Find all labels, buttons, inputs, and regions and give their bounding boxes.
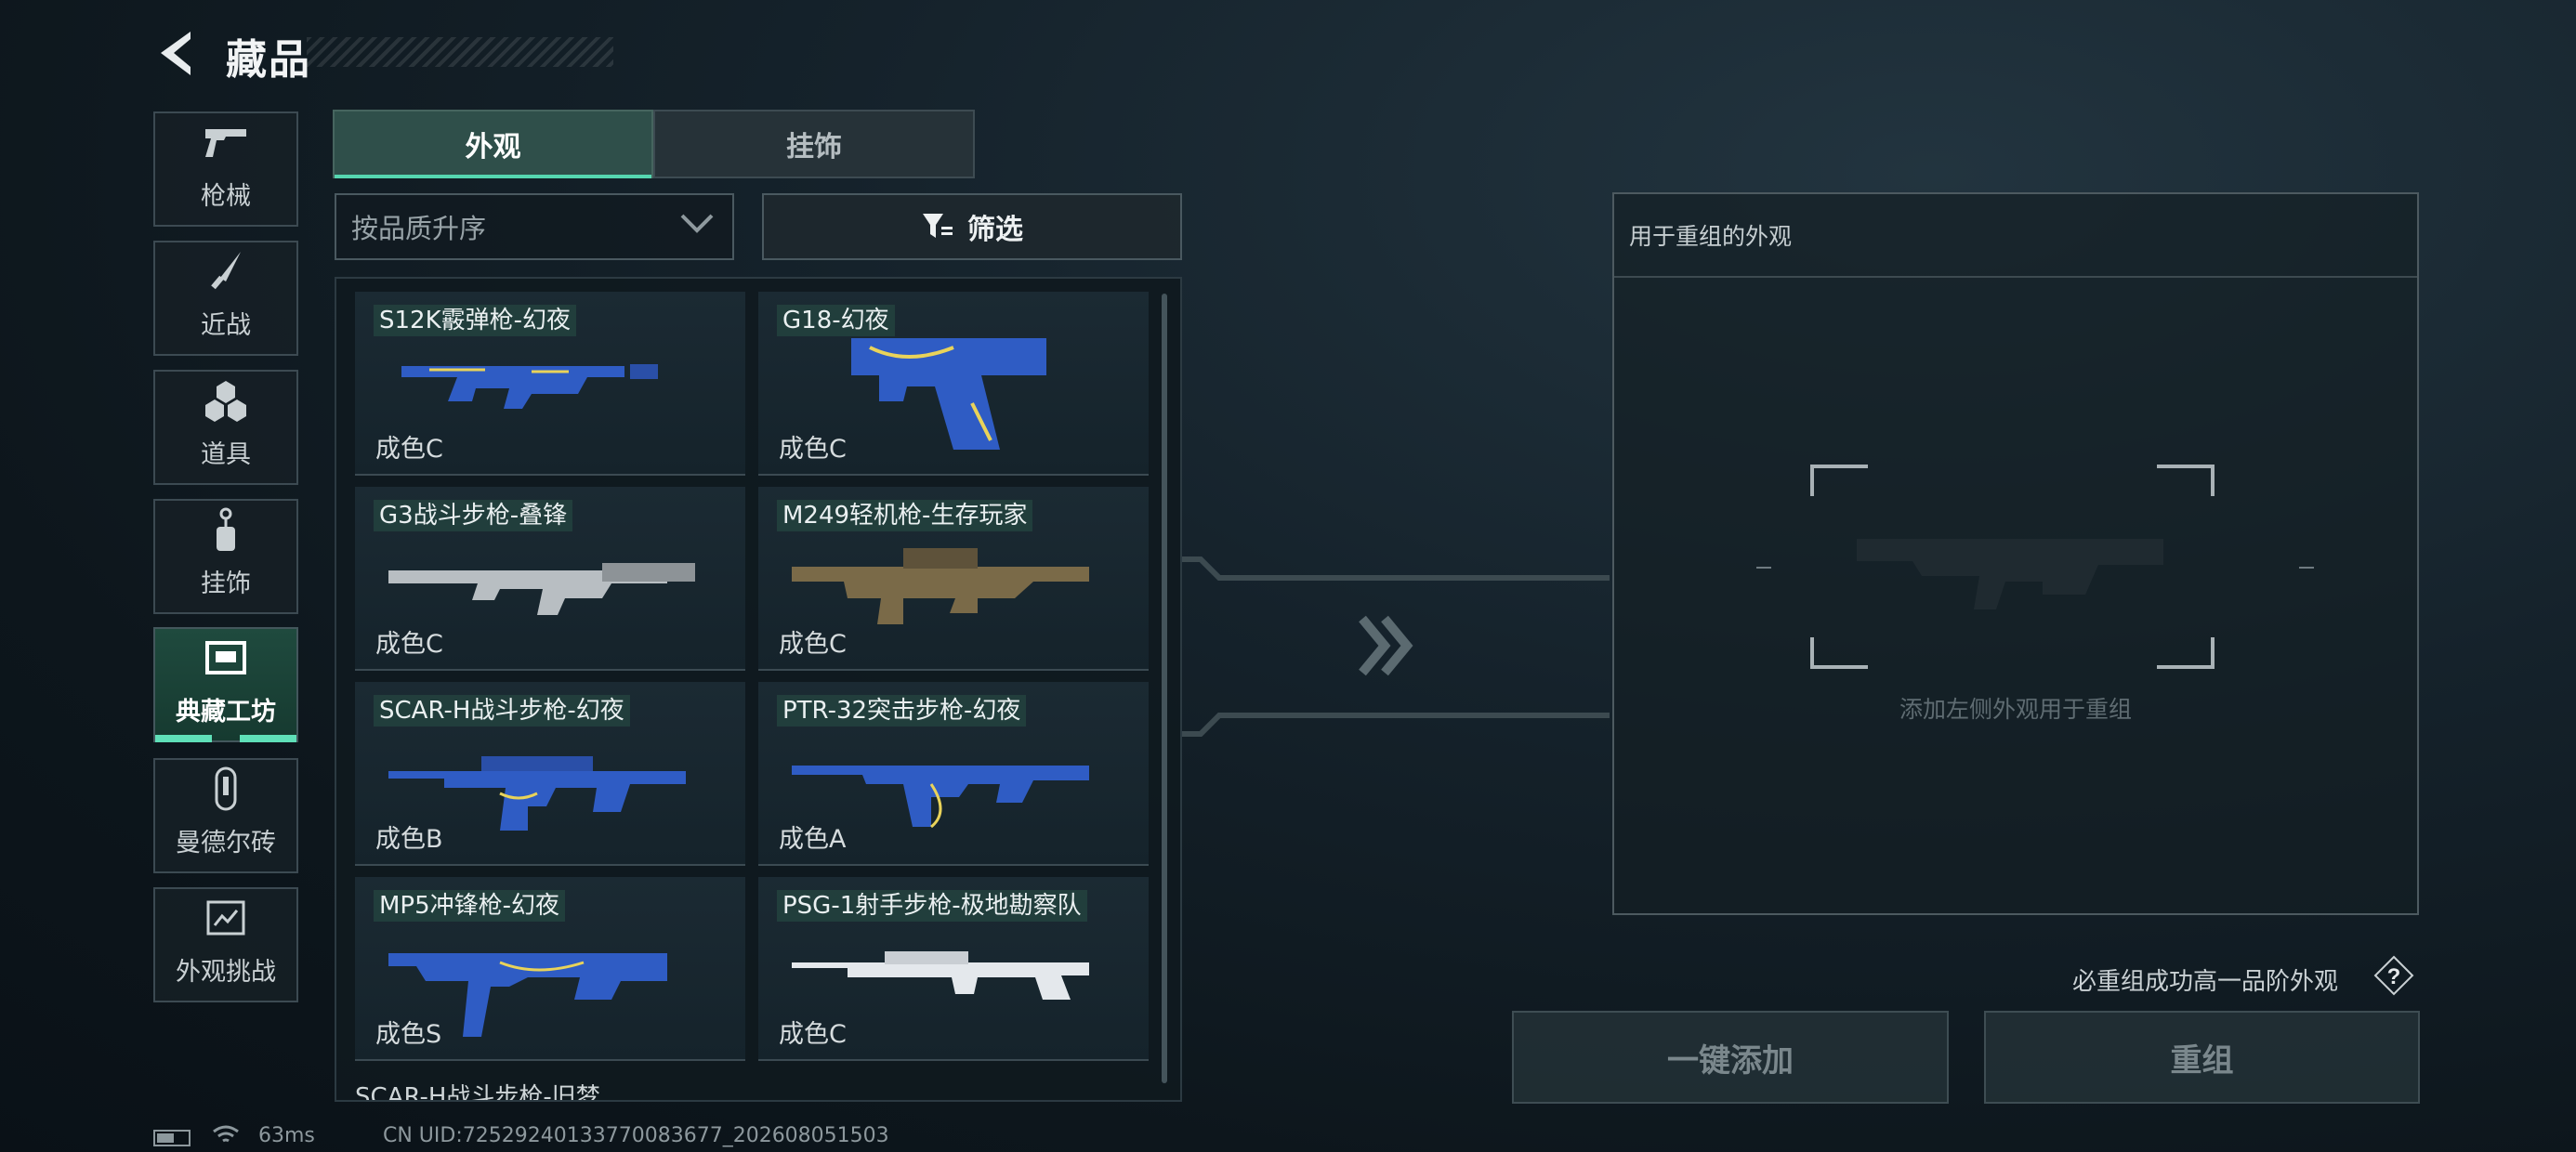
page-title: 藏品 bbox=[226, 36, 311, 84]
challenge-icon bbox=[202, 894, 250, 942]
wifi-icon bbox=[213, 1125, 239, 1143]
latency-text: 63ms bbox=[258, 1124, 315, 1147]
filter-label: 筛选 bbox=[967, 214, 1023, 246]
grid-scrollbar[interactable] bbox=[1162, 294, 1167, 1083]
double-chevron-right-icon bbox=[1359, 615, 1413, 676]
skin-name: SCAR-H战斗步枪-幻夜 bbox=[374, 695, 630, 727]
skin-card[interactable]: PTR-32突击步枪-幻夜 成色A bbox=[758, 682, 1149, 866]
skin-grade: 成色C bbox=[375, 630, 443, 659]
sidebar-item-label: 挂饰 bbox=[201, 569, 251, 598]
skin-card[interactable]: G18-幻夜 成色C bbox=[758, 292, 1149, 476]
sidebar-item-label: 近战 bbox=[201, 311, 251, 340]
uid-text: CN UID:72529240133770083677_202608051503 bbox=[383, 1124, 889, 1147]
recombine-panel-title: 用于重组的外观 bbox=[1629, 223, 1793, 250]
skin-card[interactable]: SCAR-H战斗步枪-幻夜 成色B bbox=[355, 682, 745, 866]
sidebar-item-mandel-brick[interactable]: 曼德尔砖 bbox=[153, 758, 298, 873]
slot-tick-marks bbox=[1756, 567, 2314, 569]
weapon-image-psg1 bbox=[792, 951, 1089, 1000]
sidebar-item-workshop[interactable]: 典藏工坊 bbox=[153, 627, 298, 742]
pistol-icon bbox=[202, 118, 250, 166]
skin-name: PTR-32突击步枪-幻夜 bbox=[777, 695, 1027, 727]
sidebar-item-skin-challenge[interactable]: 外观挑战 bbox=[153, 887, 298, 1002]
mandel-brick-icon bbox=[202, 765, 250, 813]
tab-charms[interactable]: 挂饰 bbox=[653, 110, 975, 178]
filter-button[interactable]: 筛选 bbox=[762, 193, 1182, 260]
sidebar-item-firearms[interactable]: 枪械 bbox=[153, 111, 298, 227]
tab-appearance[interactable]: 外观 bbox=[333, 110, 653, 178]
skin-grade: 成色C bbox=[779, 435, 847, 464]
skin-grade: 成色C bbox=[375, 435, 443, 464]
partial-skin-name: SCAR-H战斗步枪-旧梦 bbox=[355, 1083, 600, 1102]
add-all-button[interactable]: 一键添加 bbox=[1512, 1011, 1949, 1104]
recombine-note: 必重组成功高一品阶外观 bbox=[2072, 968, 2339, 996]
chevron-down-icon bbox=[680, 214, 714, 233]
recombine-button[interactable]: 重组 bbox=[1984, 1011, 2420, 1104]
sort-value: 按品质升序 bbox=[351, 213, 487, 244]
skin-grade: 成色S bbox=[375, 1020, 442, 1049]
workshop-icon bbox=[202, 634, 250, 682]
weapon-image-g3 bbox=[388, 563, 695, 615]
recombine-slot-hint: 添加左侧外观用于重组 bbox=[1899, 696, 2132, 723]
sidebar-item-label: 枪械 bbox=[201, 182, 251, 211]
skin-card[interactable]: PSG-1射手步枪-极地勘察队 成色C bbox=[758, 877, 1149, 1061]
charm-icon bbox=[202, 505, 250, 554]
skin-card[interactable]: M249轻机枪-生存玩家 成色C bbox=[758, 487, 1149, 671]
question-icon[interactable]: ? bbox=[2373, 955, 2414, 996]
weapon-image-s12k bbox=[401, 364, 658, 409]
skin-grade: 成色B bbox=[375, 825, 443, 854]
sidebar-item-label: 典藏工坊 bbox=[176, 698, 276, 727]
sort-dropdown[interactable]: 按品质升序 bbox=[335, 193, 734, 260]
skin-name: PSG-1射手步枪-极地勘察队 bbox=[777, 890, 1087, 922]
skin-grade: 成色A bbox=[779, 825, 847, 854]
skin-card[interactable]: MP5冲锋枪-幻夜 成色S bbox=[355, 877, 745, 1061]
skin-grade: 成色C bbox=[779, 1020, 847, 1049]
skin-name: S12K霰弹枪-幻夜 bbox=[374, 305, 577, 336]
skin-card[interactable]: G3战斗步枪-叠锋 成色C bbox=[355, 487, 745, 671]
skin-name: G3战斗步枪-叠锋 bbox=[374, 500, 573, 531]
sidebar-item-items[interactable]: 道具 bbox=[153, 370, 298, 485]
sidebar-item-charms[interactable]: 挂饰 bbox=[153, 499, 298, 614]
recombine-panel-header: 用于重组的外观 bbox=[1614, 194, 2417, 278]
weapon-image-g18 bbox=[851, 338, 1046, 450]
svg-text:?: ? bbox=[2387, 964, 2401, 989]
skin-name: M249轻机枪-生存玩家 bbox=[777, 500, 1033, 531]
title-decoration bbox=[307, 37, 613, 67]
sidebar-item-label: 曼德尔砖 bbox=[176, 829, 276, 857]
battery-icon bbox=[153, 1130, 191, 1146]
skin-card[interactable]: S12K霰弹枪-幻夜 成色C bbox=[355, 292, 745, 476]
skin-grid: S12K霰弹枪-幻夜 成色C G18-幻夜 成色C G3战斗步枪-叠锋 成色C … bbox=[335, 277, 1182, 1102]
skin-grade: 成色C bbox=[779, 630, 847, 659]
sidebar-item-label: 道具 bbox=[201, 440, 251, 469]
back-chevron-icon[interactable] bbox=[153, 28, 200, 79]
knife-icon bbox=[202, 247, 250, 295]
filter-icon bbox=[923, 214, 953, 238]
sidebar-item-melee[interactable]: 近战 bbox=[153, 241, 298, 356]
sidebar-item-label: 外观挑战 bbox=[176, 958, 276, 987]
cubes-icon bbox=[202, 376, 250, 425]
skin-name: MP5冲锋枪-幻夜 bbox=[374, 890, 566, 922]
